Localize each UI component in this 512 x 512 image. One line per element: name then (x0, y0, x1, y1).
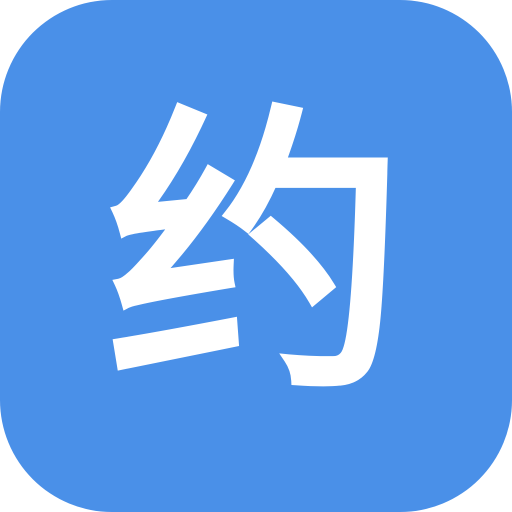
app-icon[interactable]: 约 (0, 0, 512, 512)
yue-character-glyph: 约 (106, 77, 406, 430)
